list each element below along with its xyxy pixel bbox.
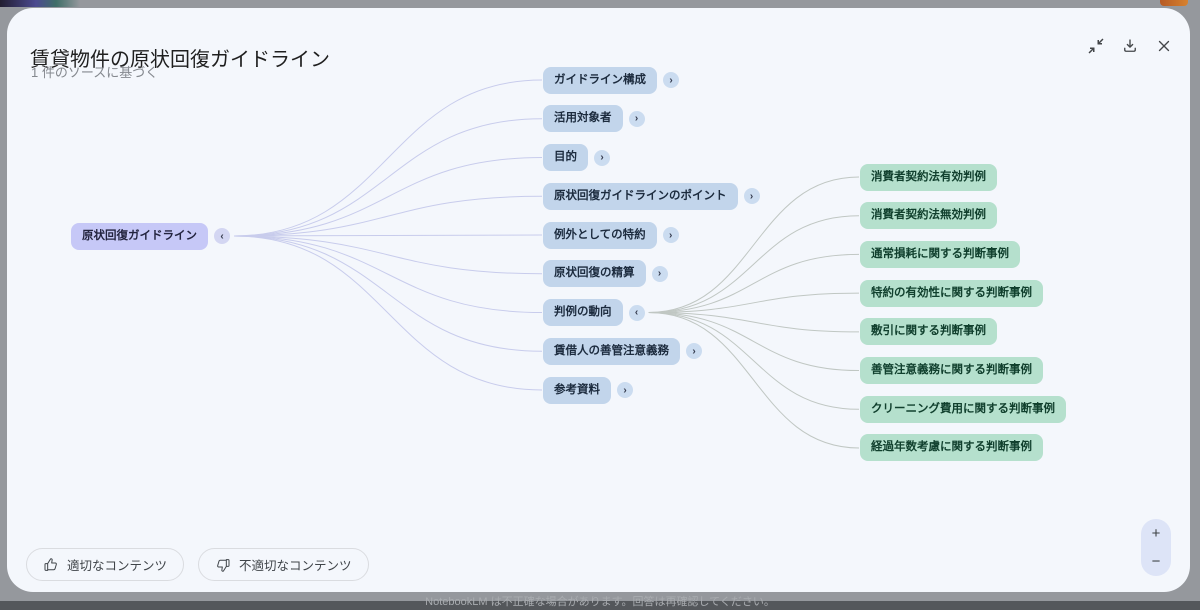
mindmap-branch: 例外としての特約 ›	[543, 222, 679, 249]
mindmap-link	[234, 236, 542, 351]
mindmap-node[interactable]: 原状回復の精算	[543, 260, 646, 287]
node-toggle-button[interactable]: ›	[594, 150, 610, 166]
mindmap-branch: 原状回復ガイドライン ‹	[71, 223, 230, 250]
mindmap-node-label: 消費者契約法有効判例	[871, 171, 986, 183]
appropriate-content-button[interactable]: 適切なコンテンツ	[26, 548, 184, 581]
mindmap-node[interactable]: 賃借人の善管注意義務	[543, 338, 680, 365]
download-button[interactable]	[1118, 34, 1142, 58]
zoom-controls: + −	[1141, 519, 1171, 576]
mindmap-node-label: 参考資料	[554, 384, 600, 396]
mindmap-branch: 通常損耗に関する判断事例	[860, 241, 1020, 268]
mindmap-node-label: 善管注意義務に関する判断事例	[871, 364, 1032, 376]
mindmap-branch: 特約の有効性に関する判断事例	[860, 280, 1043, 307]
node-toggle-button[interactable]: ‹	[214, 228, 230, 244]
mindmap-node-label: 活用対象者	[554, 112, 612, 124]
close-button[interactable]	[1152, 34, 1176, 58]
mindmap-link	[234, 236, 542, 390]
mindmap-node-label: 原状回復ガイドラインのポイント	[554, 190, 727, 202]
node-toggle-button[interactable]: ›	[663, 227, 679, 243]
disclaimer-text: NotebookLM は不正確な場合があります。回答は再確認してください。	[0, 593, 1200, 609]
thumbs-up-icon	[43, 557, 59, 573]
download-icon	[1121, 37, 1139, 55]
mindmap-node[interactable]: 善管注意義務に関する判断事例	[860, 357, 1043, 384]
mindmap-node[interactable]: 経過年数考慮に関する判断事例	[860, 434, 1043, 461]
mindmap-node-label: 原状回復ガイドライン	[82, 230, 197, 242]
mindmap-branch: 経過年数考慮に関する判断事例	[860, 434, 1043, 461]
mindmap-node-label: 消費者契約法無効判例	[871, 209, 986, 221]
mindmap-node[interactable]: ガイドライン構成	[543, 67, 657, 94]
mindmap-node-label: クリーニング費用に関する判断事例	[871, 403, 1055, 415]
node-toggle-button[interactable]: ›	[663, 72, 679, 88]
mindmap-branch: クリーニング費用に関する判断事例	[860, 396, 1066, 423]
source-count: 1 件のソースに基づく	[31, 62, 158, 81]
mindmap-branch: 目的 ›	[543, 144, 610, 171]
mindmap-node[interactable]: 消費者契約法有効判例	[860, 164, 997, 191]
mindmap-node[interactable]: 原状回復ガイドラインのポイント	[543, 183, 738, 210]
mindmap-branch: 判例の動向 ‹	[543, 299, 645, 326]
close-icon	[1155, 37, 1173, 55]
mindmap-node[interactable]: 例外としての特約	[543, 222, 657, 249]
mindmap-link	[234, 158, 542, 237]
mindmap-branch: 敷引に関する判断事例	[860, 318, 997, 345]
mindmap-link	[649, 254, 860, 312]
zoom-in-button[interactable]: +	[1141, 519, 1171, 548]
node-toggle-button[interactable]: ›	[686, 343, 702, 359]
mindmap-branch: 参考資料 ›	[543, 377, 633, 404]
mindmap-node[interactable]: クリーニング費用に関する判断事例	[860, 396, 1066, 423]
appropriate-content-label: 適切なコンテンツ	[67, 555, 167, 574]
mindmap-node-label: 賃借人の善管注意義務	[554, 345, 669, 357]
mindmap-node[interactable]: 目的	[543, 144, 588, 171]
mindmap-branch: 原状回復ガイドラインのポイント ›	[543, 183, 760, 210]
inappropriate-content-label: 不適切なコンテンツ	[239, 555, 352, 574]
mindmap-link	[234, 80, 542, 236]
node-toggle-button[interactable]: ‹	[629, 305, 645, 321]
inappropriate-content-button[interactable]: 不適切なコンテンツ	[198, 548, 369, 581]
mindmap-node[interactable]: 特約の有効性に関する判断事例	[860, 280, 1043, 307]
window-controls	[1084, 34, 1176, 58]
mindmap-node-label: 特約の有効性に関する判断事例	[871, 287, 1032, 299]
mindmap-node-label: 経過年数考慮に関する判断事例	[871, 441, 1032, 453]
mindmap-node-label: 通常損耗に関する判断事例	[871, 248, 1009, 260]
mindmap-branch: 活用対象者 ›	[543, 105, 645, 132]
mindmap-link	[649, 313, 860, 448]
close-fullscreen-icon	[1087, 37, 1105, 55]
mindmap-link	[234, 235, 542, 236]
mindmap-node[interactable]: 参考資料	[543, 377, 611, 404]
collapse-button[interactable]	[1084, 34, 1108, 58]
node-toggle-button[interactable]: ›	[652, 266, 668, 282]
mindmap-link	[649, 216, 860, 313]
mindmap-node-label: 敷引に関する判断事例	[871, 325, 986, 337]
thumbs-down-icon	[215, 557, 231, 573]
mindmap-node[interactable]: 判例の動向	[543, 299, 623, 326]
mindmap-branch: 消費者契約法有効判例	[860, 164, 997, 191]
mindmap-link	[234, 119, 542, 236]
mindmap-node[interactable]: 敷引に関する判断事例	[860, 318, 997, 345]
mindmap-node[interactable]: 消費者契約法無効判例	[860, 202, 997, 229]
mindmap-branch: 原状回復の精算 ›	[543, 260, 668, 287]
mindmap-node-label: ガイドライン構成	[554, 74, 646, 86]
node-toggle-button[interactable]: ›	[617, 382, 633, 398]
mindmap-node-label: 例外としての特約	[554, 229, 646, 241]
mindmap-branch: ガイドライン構成 ›	[543, 67, 679, 94]
mindmap-node[interactable]: 原状回復ガイドライン	[71, 223, 208, 250]
mindmap-branch: 賃借人の善管注意義務 ›	[543, 338, 702, 365]
node-toggle-button[interactable]: ›	[744, 188, 760, 204]
node-toggle-button[interactable]: ›	[629, 111, 645, 127]
mindmap-branch: 善管注意義務に関する判断事例	[860, 357, 1043, 384]
mindmap-link	[234, 236, 542, 313]
mindmap-node-label: 判例の動向	[554, 306, 612, 318]
mindmap-node[interactable]: 通常損耗に関する判断事例	[860, 241, 1020, 268]
mindmap-node[interactable]: 活用対象者	[543, 105, 623, 132]
mindmap-node-label: 原状回復の精算	[554, 267, 635, 279]
mindmap-node-label: 目的	[554, 151, 577, 163]
feedback-bar: 適切なコンテンツ 不適切なコンテンツ	[26, 548, 369, 581]
mindmap-branch: 消費者契約法無効判例	[860, 202, 997, 229]
